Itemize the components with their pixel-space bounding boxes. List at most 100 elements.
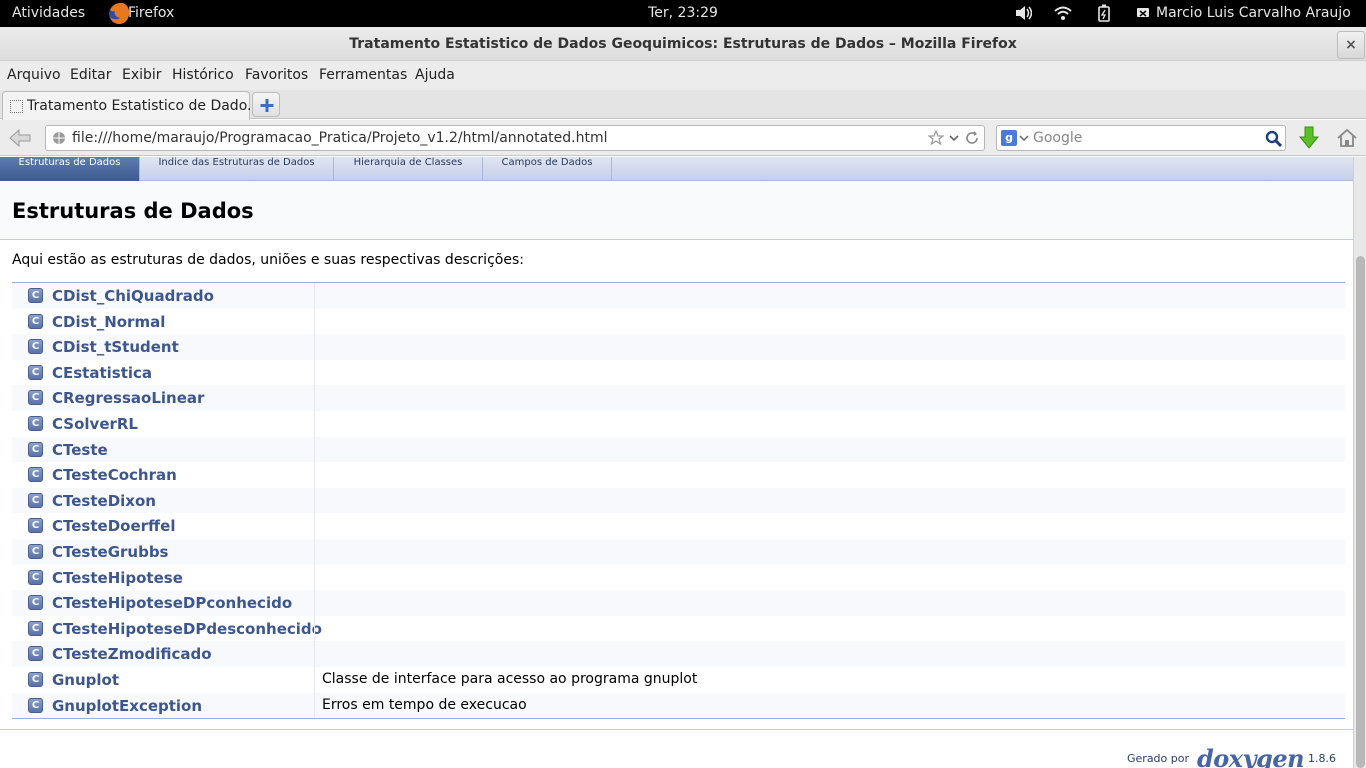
class-description xyxy=(314,564,1345,591)
browser-tab[interactable]: Tratamento Estatistico de Dado... xyxy=(2,91,260,120)
google-engine-icon[interactable]: g xyxy=(1001,130,1017,146)
url-bar[interactable]: file:///home/maraujo/Programacao_Pratica… xyxy=(45,125,985,151)
class-link[interactable]: CRegressaoLinear xyxy=(52,389,204,407)
search-bar[interactable]: g xyxy=(996,125,1286,151)
downloads-arrow-icon[interactable] xyxy=(1298,126,1320,150)
class-link[interactable]: CSolverRL xyxy=(52,415,138,433)
class-link[interactable]: CDist_Normal xyxy=(52,313,165,331)
browser-tab-label: Tratamento Estatistico de Dado... xyxy=(27,98,261,114)
class-list-table: C CDist_ChiQuadrado C CDist_Normal C CDist_tS… xyxy=(12,282,1345,720)
activities-button[interactable]: Atividades xyxy=(12,5,85,21)
doxygen-logo[interactable]: doxygen xyxy=(1197,744,1305,768)
window-titlebar: Tratamento Estatistico de Dados Geoquimi… xyxy=(0,27,1366,61)
class-link[interactable]: CDist_ChiQuadrado xyxy=(52,287,214,305)
class-link[interactable]: CEstatistica xyxy=(52,364,152,382)
scrollbar-thumb[interactable] xyxy=(1356,256,1365,768)
wifi-icon[interactable] xyxy=(1054,4,1072,22)
class-link[interactable]: CTeste xyxy=(52,441,108,459)
table-row: C CDist_Normal xyxy=(12,308,1345,335)
table-row: C CSolverRL xyxy=(12,410,1345,437)
class-link[interactable]: CTesteDixon xyxy=(52,492,156,510)
class-link[interactable]: CTesteHipotese xyxy=(52,569,183,587)
clock[interactable]: Ter, 23:29 xyxy=(648,5,718,21)
footer-generated-by: Gerado por xyxy=(1127,752,1189,765)
menu-arquivo[interactable]: Arquivo xyxy=(7,67,61,83)
table-row: C CRegressaoLinear xyxy=(12,385,1345,411)
search-input[interactable] xyxy=(1033,128,1253,148)
url-text[interactable]: file:///home/maraujo/Programacao_Pratica… xyxy=(72,130,608,146)
menu-ferramentas[interactable]: Ferramentas xyxy=(319,67,407,83)
intro-text: Aqui estão as estruturas de dados, uniõe… xyxy=(12,252,524,268)
bookmark-star-icon[interactable] xyxy=(928,130,944,146)
tab-strip: Tratamento Estatistico de Dado... xyxy=(0,90,1366,120)
class-description xyxy=(314,641,1345,667)
menu-favoritos[interactable]: Favoritos xyxy=(245,67,308,83)
url-history-dropdown-icon[interactable] xyxy=(948,130,960,146)
table-row: C CTesteCochran xyxy=(12,462,1345,488)
user-status-icon[interactable] xyxy=(1136,4,1152,22)
class-link[interactable]: CTesteHipoteseDPdesconhecido xyxy=(52,620,322,638)
gnome-top-bar: Atividades Firefox Ter, 23:29 Marcio Lui… xyxy=(0,0,1366,27)
close-window-button[interactable]: × xyxy=(1337,31,1365,59)
class-c-icon: C xyxy=(28,288,43,303)
app-menu-firefox[interactable]: Firefox xyxy=(128,5,174,21)
vertical-scrollbar[interactable] xyxy=(1353,157,1366,768)
table-row: C Gnuplot Classe de interface para acesso … xyxy=(12,666,1345,693)
class-link[interactable]: CTesteZmodificado xyxy=(52,645,212,663)
table-row: C CTesteHipoteseDPdesconhecido xyxy=(12,615,1345,642)
table-row: C CTesteGrubbs xyxy=(12,538,1345,565)
class-c-icon: C xyxy=(28,518,43,534)
volume-icon[interactable] xyxy=(1014,4,1032,22)
class-description: Erros em tempo de execucao xyxy=(314,692,1345,719)
menu-historico[interactable]: Histórico xyxy=(172,67,234,83)
class-c-icon: C xyxy=(28,313,43,329)
table-row: C CDist_tStudent xyxy=(12,334,1345,360)
tab-campos-de-dados[interactable]: Campos de Dados xyxy=(483,157,612,181)
page-title: Estruturas de Dados xyxy=(12,199,254,223)
menu-exibir[interactable]: Exibir xyxy=(122,67,162,83)
class-description xyxy=(314,487,1345,514)
class-description xyxy=(314,334,1345,360)
tab-estruturas-de-dados[interactable]: Estruturas de Dados xyxy=(0,157,140,181)
menu-editar[interactable]: Editar xyxy=(70,67,111,83)
class-link[interactable]: CDist_tStudent xyxy=(52,338,179,356)
search-icon[interactable] xyxy=(1265,130,1283,148)
user-menu[interactable]: Marcio Luis Carvalho Araujo xyxy=(1156,5,1351,21)
class-link[interactable]: CTesteHipoteseDPconhecido xyxy=(52,594,292,612)
doxygen-tab-bar: Estruturas de Dados Índice das Estrutura… xyxy=(0,157,1353,181)
reload-icon[interactable] xyxy=(964,130,980,146)
window-title: Tratamento Estatistico de Dados Geoquimi… xyxy=(349,36,1017,52)
class-c-icon: C xyxy=(28,390,43,406)
class-link[interactable]: CTesteCochran xyxy=(52,466,177,484)
globe-icon[interactable] xyxy=(52,131,66,145)
class-c-icon: C xyxy=(28,595,43,611)
tab-hierarquia-classes[interactable]: Hierarquia de Classes xyxy=(334,157,483,181)
class-c-icon: C xyxy=(28,364,43,380)
table-row: C CTesteDixon xyxy=(12,487,1345,514)
page-content: Estruturas de Dados Índice das Estrutura… xyxy=(0,157,1353,768)
menu-ajuda[interactable]: Ajuda xyxy=(415,67,455,83)
doxygen-version: 1.8.6 xyxy=(1308,752,1337,765)
back-arrow-icon[interactable] xyxy=(6,126,34,150)
class-description xyxy=(314,308,1345,335)
class-description xyxy=(314,590,1345,616)
class-link[interactable]: Gnuplot xyxy=(52,671,119,689)
navigation-bar: file:///home/maraujo/Programacao_Pratica… xyxy=(0,120,1366,156)
class-c-icon: C xyxy=(28,646,43,662)
class-description xyxy=(314,436,1345,463)
class-description xyxy=(314,538,1345,565)
class-c-icon: C xyxy=(28,441,43,457)
search-engine-dropdown-icon[interactable] xyxy=(1019,130,1029,146)
class-link[interactable]: GnuplotException xyxy=(52,697,202,715)
class-c-icon: C xyxy=(28,339,43,355)
class-link[interactable]: CTesteDoerffel xyxy=(52,517,176,535)
home-icon[interactable] xyxy=(1335,126,1359,150)
table-row: C CEstatistica xyxy=(12,359,1345,386)
class-link[interactable]: CTesteGrubbs xyxy=(52,543,168,561)
class-c-icon: C xyxy=(28,467,43,483)
table-row: C CDist_ChiQuadrado xyxy=(12,283,1345,309)
class-c-icon: C xyxy=(28,415,43,431)
battery-icon[interactable] xyxy=(1096,4,1112,22)
new-tab-button[interactable] xyxy=(252,92,280,117)
tab-indice-estruturas[interactable]: Índice das Estruturas de Dados xyxy=(140,157,334,181)
